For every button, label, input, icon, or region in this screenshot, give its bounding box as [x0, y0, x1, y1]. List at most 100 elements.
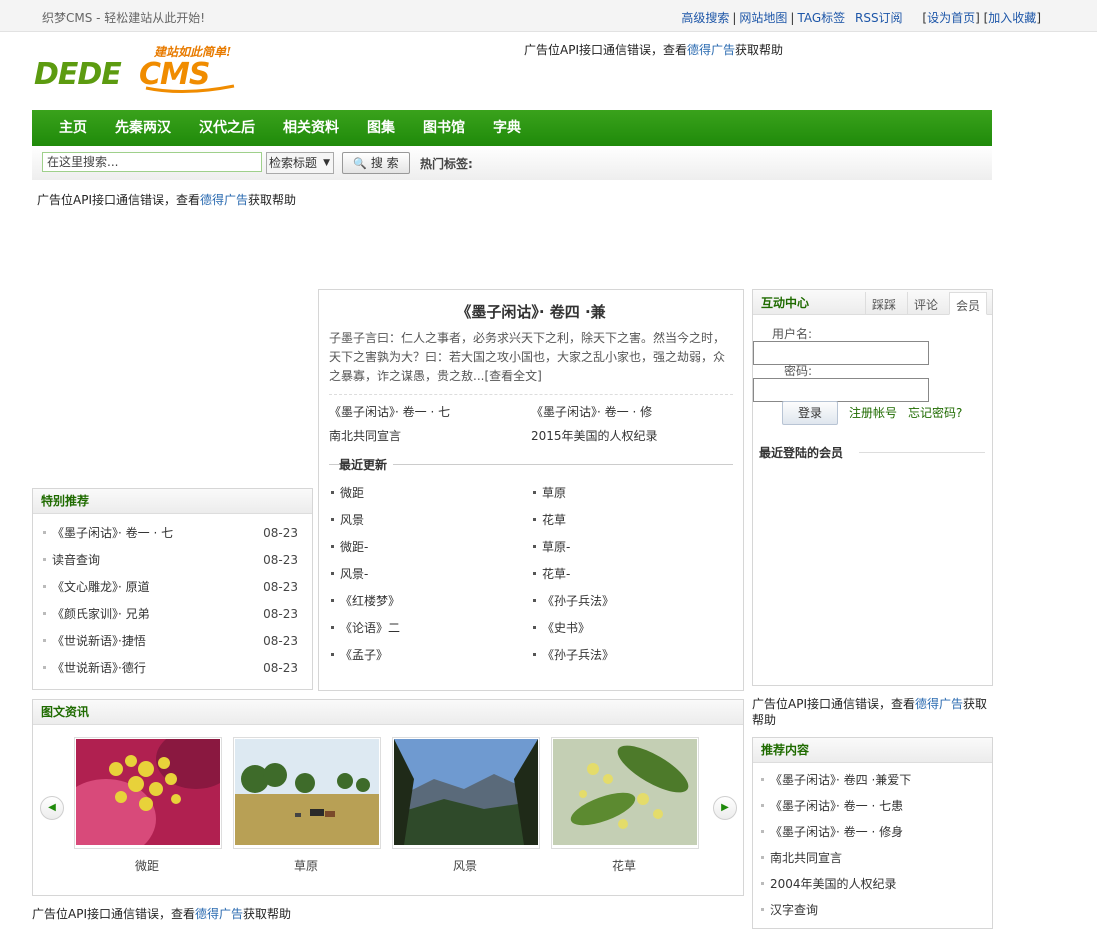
register-link[interactable]: 注册帐号	[849, 404, 897, 421]
logo-text-dede: DEDE	[34, 57, 122, 92]
set-home-link[interactable]: 设为首页	[927, 11, 975, 25]
nav-item-gallery[interactable]: 图集	[353, 110, 409, 147]
picture-item[interactable]: 风景	[392, 737, 540, 874]
add-favorite-link[interactable]: 加入收藏	[988, 11, 1036, 25]
list-item[interactable]: 微距-	[329, 534, 531, 561]
recent-updates-heading: 最近更新	[329, 456, 733, 473]
list-item[interactable]: 微距	[329, 480, 531, 507]
top-bar: 织梦CMS - 轻松建站从此开始! 高级搜索 | 网站地图 | TAG标签 RSS订阅 …	[0, 0, 1097, 32]
advanced-search-link[interactable]: 高级搜索	[681, 11, 729, 25]
search-icon: 🔍	[353, 157, 368, 170]
username-field[interactable]	[753, 341, 929, 365]
arrow-right-icon: ▶	[721, 802, 729, 813]
related-article-link[interactable]: 《墨子闲诂》· 卷一 · 七	[329, 400, 531, 424]
picture-item[interactable]: 草原	[233, 737, 381, 874]
list-item[interactable]: 《墨子闲诂》· 卷一 · 修身	[761, 819, 986, 845]
list-item[interactable]: 《孟子》	[329, 642, 531, 669]
arrow-left-icon: ◀	[48, 802, 56, 813]
list-item[interactable]: 《红楼梦》	[329, 588, 531, 615]
list-item[interactable]: 《颜氏家训》· 兄弟 08-23	[41, 601, 298, 628]
list-item[interactable]: 草原	[531, 480, 733, 507]
recommended-content-panel: 推荐内容 《墨子闲诂》· 卷四 ·兼爱下 《墨子闲诂》· 卷一 · 七患 《墨子…	[752, 737, 993, 929]
featured-article-panel: 《墨子闲诂》· 卷四 ·兼 子墨子言曰：仁人之事者，必务求兴天下之利，除天下之害…	[318, 289, 744, 691]
list-item[interactable]: 《世说新语》·捷悟 08-23	[41, 628, 298, 655]
ad-banner-bottom: 广告位API接口通信错误，查看德得广告获取帮助	[32, 907, 292, 921]
ad-banner-top: 广告位API接口通信错误，查看德得广告获取帮助	[524, 43, 784, 57]
nav-item-dictionary[interactable]: 字典	[479, 110, 535, 147]
list-item[interactable]: 花草-	[531, 561, 733, 588]
main-nav: 主页 先秦两汉 汉代之后 相关资料 图集 图书馆 字典	[32, 110, 992, 146]
picture-caption: 风景	[452, 859, 477, 873]
logo-text-cms: CMS	[139, 57, 209, 92]
ad-banner-middle: 广告位API接口通信错误，查看德得广告获取帮助	[37, 193, 297, 207]
picture-news-title: 图文资讯	[33, 700, 743, 725]
list-item[interactable]: 草原-	[531, 534, 733, 561]
forgot-password-link[interactable]: 忘记密码?	[908, 404, 962, 421]
list-item[interactable]: 汉字查询	[761, 897, 986, 923]
article-summary: 子墨子言曰：仁人之事者，必务求兴天下之利，除天下之害。然当今之时，天下之害孰为大…	[329, 331, 726, 383]
password-label: 密码:	[784, 364, 813, 378]
recent-updates-list: 微距 草原 风景 花草 微距- 草原- 风景- 花草- 《红楼梦》 《孙子兵法》…	[329, 480, 733, 669]
tab-trample[interactable]: 踩踩	[865, 292, 902, 314]
search-bar: 在这里搜索... 检索标题 ▼ 🔍 搜 索 热门标签:	[32, 146, 992, 180]
search-type-select[interactable]: 检索标题 ▼	[266, 152, 334, 174]
picture-news-panel: 图文资讯 ◀ ▶ 微距 草原 风景 花草	[32, 699, 744, 896]
list-item[interactable]: 风景-	[329, 561, 531, 588]
recommended-content-title: 推荐内容	[753, 738, 992, 763]
list-item[interactable]: 《墨子闲诂》· 卷一 · 七患	[761, 793, 986, 819]
related-article-link[interactable]: 2015年美国的人权纪录	[531, 424, 658, 448]
list-item[interactable]: 风景	[329, 507, 531, 534]
ad-help-link[interactable]: 德得广告	[915, 697, 963, 711]
picture-item[interactable]: 微距	[74, 737, 222, 874]
nav-item-pre-qin[interactable]: 先秦两汉	[101, 110, 185, 147]
list-item[interactable]: 《论语》二	[329, 615, 531, 642]
special-recommend-title: 特别推荐	[33, 489, 312, 514]
nav-item-home[interactable]: 主页	[45, 110, 101, 147]
scroll-left-button[interactable]: ◀	[40, 796, 64, 820]
list-item[interactable]: 《世说新语》·德行 08-23	[41, 655, 298, 682]
hot-tags-label: 热门标签:	[420, 157, 473, 171]
list-item[interactable]: 《墨子闲诂》· 卷四 ·兼爱下	[761, 767, 986, 793]
picture-caption: 草原	[293, 859, 318, 873]
scroll-right-button[interactable]: ▶	[713, 796, 737, 820]
picture-thumbnail	[551, 737, 699, 849]
rss-link[interactable]: RSS订阅	[855, 11, 903, 25]
ad-help-link[interactable]: 德得广告	[200, 193, 248, 207]
sitemap-link[interactable]: 网站地图	[739, 11, 787, 25]
search-input[interactable]: 在这里搜索...	[42, 152, 262, 172]
site-logo[interactable]: 建站如此简单! DEDE CMS	[34, 42, 249, 96]
picture-item[interactable]: 花草	[551, 737, 699, 874]
tab-members[interactable]: 会员	[949, 292, 988, 315]
list-item[interactable]: 《墨子闲诂》· 卷一 · 七 08-23	[41, 520, 298, 547]
username-label: 用户名:	[772, 327, 813, 341]
list-item[interactable]: 《孙子兵法》	[531, 642, 733, 669]
nav-item-materials[interactable]: 相关资料	[269, 110, 353, 147]
picture-thumbnail	[392, 737, 540, 849]
picture-caption: 花草	[611, 859, 636, 873]
recent-members-heading: 最近登陆的会员	[759, 444, 985, 461]
picture-thumbnail	[74, 737, 222, 849]
chevron-down-icon: ▼	[323, 158, 330, 168]
list-item[interactable]: 读音查询 08-23	[41, 547, 298, 574]
list-item[interactable]: 花草	[531, 507, 733, 534]
read-more-link[interactable]: [查看全文]	[484, 369, 541, 383]
tab-comments[interactable]: 评论	[907, 292, 944, 314]
list-item[interactable]: 《文心雕龙》· 原道 08-23	[41, 574, 298, 601]
password-field[interactable]	[753, 378, 929, 402]
nav-item-after-han[interactable]: 汉代之后	[185, 110, 269, 147]
tag-link[interactable]: TAG标签	[797, 11, 845, 25]
list-item[interactable]: 2004年美国的人权纪录	[761, 871, 986, 897]
related-article-link[interactable]: 南北共同宣言	[329, 424, 531, 448]
related-articles: 《墨子闲诂》· 卷一 · 七《墨子闲诂》· 卷一 · 修 南北共同宣言 2015年…	[329, 400, 733, 448]
nav-item-library[interactable]: 图书馆	[409, 110, 479, 147]
interactive-tabs: 互动中心 踩踩 评论 会员	[753, 290, 992, 315]
list-item[interactable]: 《史书》	[531, 615, 733, 642]
ad-help-link[interactable]: 德得广告	[687, 43, 735, 57]
article-title[interactable]: 《墨子闲诂》· 卷四 ·兼	[319, 301, 743, 322]
login-button[interactable]: 登录	[782, 401, 838, 425]
related-article-link[interactable]: 《墨子闲诂》· 卷一 · 修	[531, 400, 652, 424]
list-item[interactable]: 《孙子兵法》	[531, 588, 733, 615]
interactive-title: 互动中心	[761, 296, 810, 310]
list-item[interactable]: 南北共同宣言	[761, 845, 986, 871]
search-button[interactable]: 🔍 搜 索	[342, 152, 410, 174]
